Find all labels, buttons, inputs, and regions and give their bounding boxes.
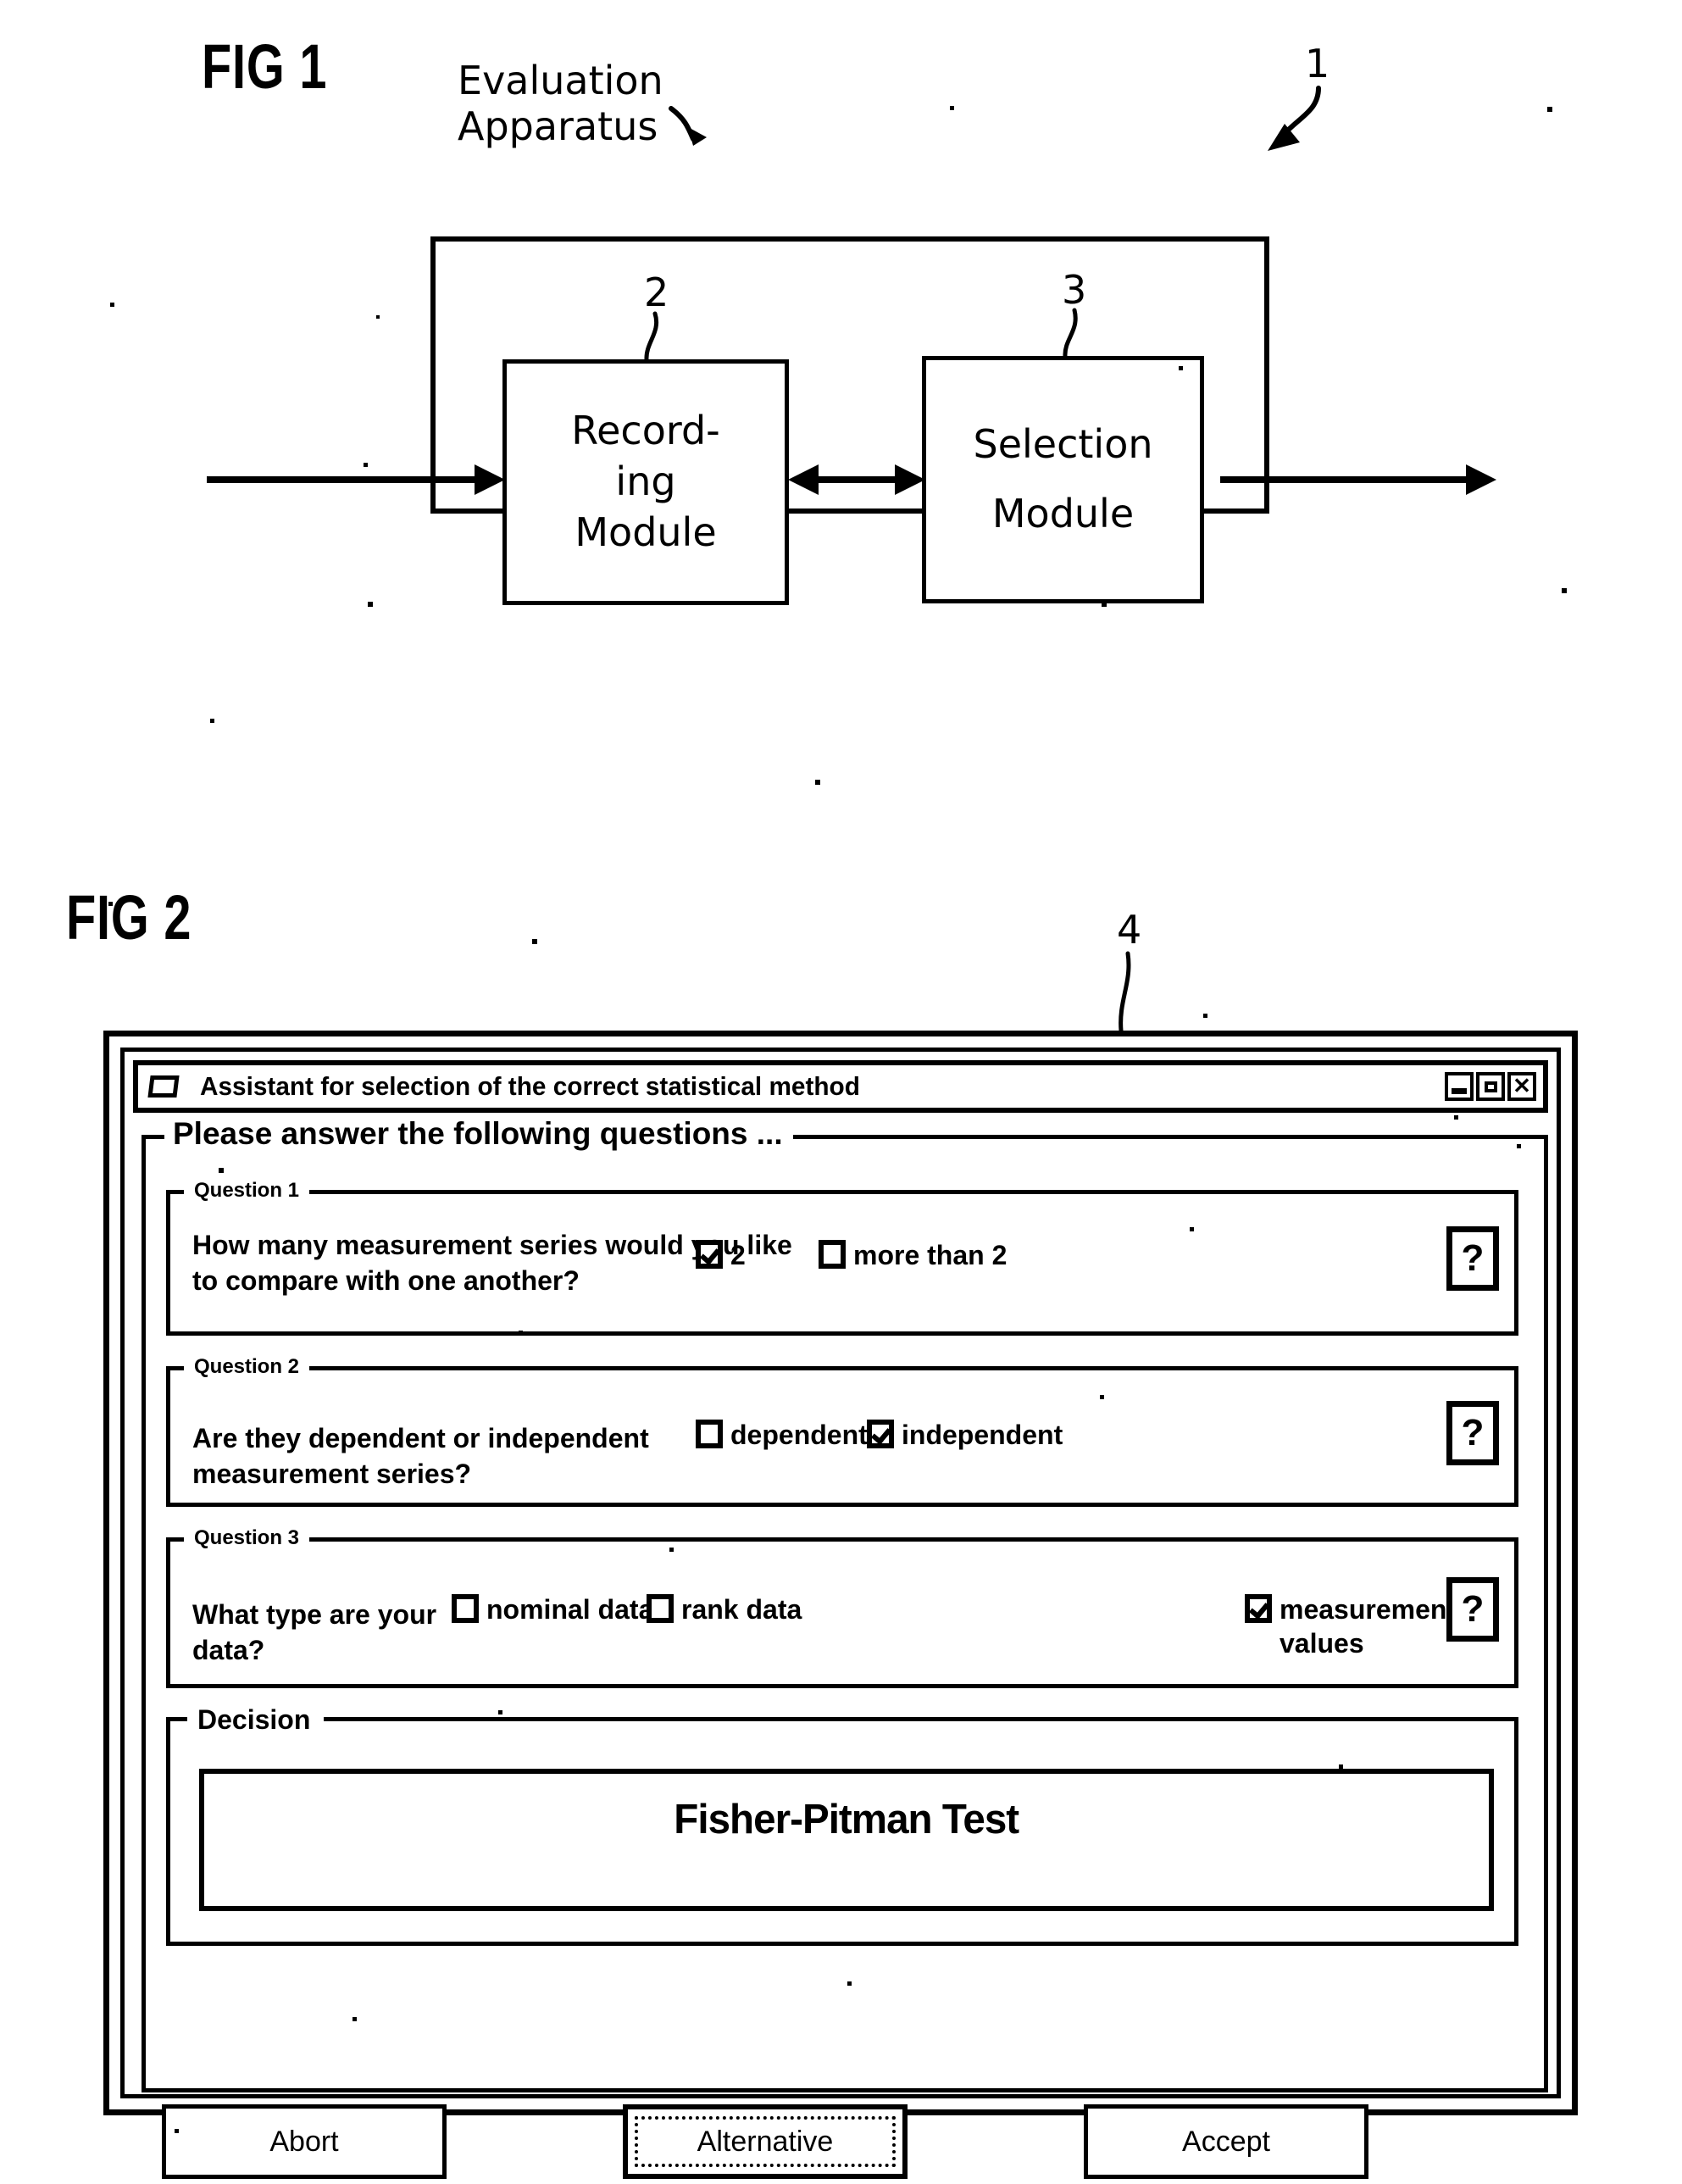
question-2-help-button[interactable]: ? — [1446, 1401, 1499, 1465]
page-speck — [1517, 1144, 1521, 1148]
window-controls: ✕ — [1445, 1072, 1536, 1101]
question-3-help-button[interactable]: ? — [1446, 1577, 1499, 1642]
figure-2: FIG 2 4 Assistant for selection of the c… — [0, 0, 1682, 2184]
page-speck — [108, 902, 113, 906]
page-speck — [1454, 1115, 1458, 1120]
option-nominal-data[interactable]: nominal data — [452, 1592, 653, 1626]
question-3-group: Question 3 What type are your data? nomi… — [166, 1528, 1518, 1688]
question-2-legend: Question 2 — [184, 1357, 310, 1377]
page-speck — [1203, 1014, 1207, 1018]
question-1-help-button[interactable]: ? — [1446, 1226, 1499, 1291]
option-rank-data[interactable]: rank data — [647, 1592, 802, 1626]
decision-group: Decision Fisher-Pitman Test — [166, 1706, 1518, 1946]
page-speck — [847, 1981, 852, 1986]
page-speck — [498, 1710, 502, 1714]
question-2-group: Question 2 Are they dependent or indepen… — [166, 1357, 1518, 1507]
decision-result-field: Fisher-Pitman Test — [199, 1769, 1494, 1911]
option-nominal-data-label: nominal data — [486, 1594, 654, 1625]
checkbox-two[interactable] — [696, 1240, 723, 1269]
application-window: Assistant for selection of the correct s… — [103, 1031, 1578, 2179]
page-speck — [1190, 1227, 1194, 1231]
option-dependent[interactable]: dependent — [696, 1418, 868, 1452]
option-measurement-values[interactable]: measurement values — [1245, 1592, 1456, 1660]
checkbox-measurement-values[interactable] — [1245, 1594, 1272, 1623]
page-speck — [175, 2129, 179, 2133]
abort-button-label: Abort — [269, 2125, 339, 2158]
help-icon: ? — [1461, 1588, 1485, 1630]
questions-group-legend: Please answer the following questions ..… — [164, 1118, 793, 1149]
option-more-than-two-label: more than 2 — [853, 1240, 1008, 1270]
page-speck — [1100, 1395, 1104, 1399]
window-title: Assistant for selection of the correct s… — [200, 1071, 860, 1101]
minimize-icon — [1452, 1087, 1467, 1094]
alternative-button-label: Alternative — [697, 2125, 834, 2158]
help-icon: ? — [1461, 1237, 1485, 1279]
accept-button[interactable]: Accept — [1084, 2104, 1368, 2179]
window-document-icon[interactable] — [147, 1075, 180, 1098]
checkbox-more-than-two[interactable] — [819, 1240, 846, 1269]
page-speck — [669, 1548, 674, 1552]
maximize-icon — [1484, 1081, 1497, 1092]
option-independent-label: independent — [902, 1420, 1063, 1450]
decision-legend: Decision — [187, 1706, 325, 1733]
page-speck — [1339, 1764, 1343, 1769]
window-client-area: Assistant for selection of the correct s… — [120, 1048, 1561, 2179]
question-3-legend: Question 3 — [184, 1528, 310, 1548]
option-two[interactable]: 2 — [696, 1238, 746, 1272]
page-speck — [532, 939, 537, 944]
close-icon: ✕ — [1513, 1072, 1531, 1098]
alternative-button[interactable]: Alternative — [623, 2104, 908, 2179]
option-dependent-label: dependent — [730, 1420, 868, 1450]
option-two-label: 2 — [730, 1240, 746, 1270]
checkbox-nominal-data[interactable] — [452, 1594, 479, 1623]
close-button[interactable]: ✕ — [1507, 1072, 1536, 1101]
checkbox-dependent[interactable] — [696, 1420, 723, 1448]
help-icon: ? — [1461, 1412, 1485, 1453]
option-rank-data-label: rank data — [681, 1594, 802, 1625]
minimize-button[interactable] — [1445, 1072, 1474, 1101]
option-independent[interactable]: independent — [867, 1418, 1063, 1452]
question-1-legend: Question 1 — [184, 1181, 310, 1201]
option-more-than-two[interactable]: more than 2 — [819, 1238, 1007, 1272]
checkbox-independent[interactable] — [867, 1420, 894, 1448]
question-2-prompt: Are they dependent or independent measur… — [192, 1423, 649, 1489]
page-speck — [219, 1168, 224, 1173]
decision-result-text: Fisher-Pitman Test — [674, 1797, 1020, 1842]
option-measurement-values-label: measurement values — [1280, 1594, 1457, 1659]
page-speck — [352, 2017, 357, 2021]
questions-group: Please answer the following questions ..… — [142, 1118, 1548, 2092]
window-title-bar[interactable]: Assistant for selection of the correct s… — [133, 1060, 1548, 1113]
abort-button[interactable]: Abort — [162, 2104, 447, 2179]
maximize-button[interactable] — [1476, 1072, 1505, 1101]
page-speck — [519, 1331, 523, 1335]
checkbox-rank-data[interactable] — [647, 1594, 674, 1623]
question-1-group: Question 1 How many measurement series w… — [166, 1181, 1518, 1336]
accept-button-label: Accept — [1182, 2125, 1270, 2158]
